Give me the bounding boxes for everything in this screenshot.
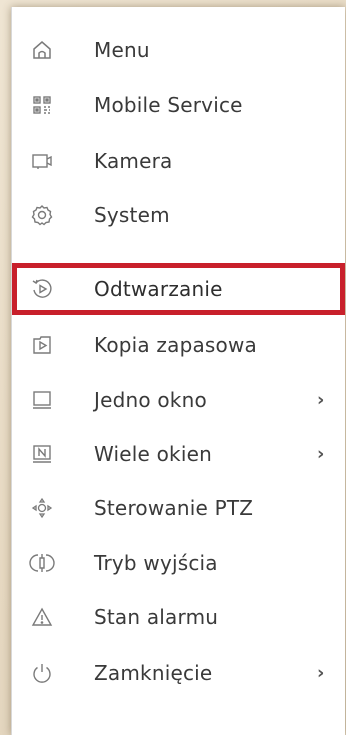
menu-item-label: Kamera <box>94 149 173 173</box>
backdrop: Menu Mobile Service Kamera System Odtwar… <box>0 0 346 735</box>
submenu-chevron-icon: › <box>317 443 325 465</box>
menu-item-label: Sterowanie PTZ <box>94 496 254 520</box>
menu-item-sterowanie-ptz[interactable]: Sterowanie PTZ <box>12 482 345 534</box>
gear-icon <box>31 204 53 226</box>
menu-item-label: Menu <box>94 38 150 62</box>
playback-icon <box>31 278 53 300</box>
menu-item-mobile-service[interactable]: Mobile Service <box>12 79 345 131</box>
menu-item-label: Mobile Service <box>94 93 243 117</box>
menu-item-label: Stan alarmu <box>94 605 219 629</box>
menu-item-label: Odtwarzanie <box>94 277 223 301</box>
menu-item-jedno-okno[interactable]: Jedno okno › <box>12 374 345 426</box>
menu-item-wiele-okien[interactable]: Wiele okien › <box>12 428 345 480</box>
home-icon <box>31 39 53 61</box>
qr-code-icon <box>31 94 53 116</box>
menu-item-label: Tryb wyjścia <box>94 551 218 575</box>
menu-item-zamkniecie[interactable]: Zamknięcie › <box>12 647 345 699</box>
context-menu: Menu Mobile Service Kamera System Odtwar… <box>11 7 345 735</box>
ptz-icon <box>31 497 53 519</box>
menu-item-kamera[interactable]: Kamera <box>12 135 345 187</box>
menu-item-menu[interactable]: Menu <box>12 24 345 76</box>
menu-item-label: Jedno okno <box>94 388 207 412</box>
single-window-icon <box>31 389 53 411</box>
backup-play-icon <box>31 334 53 356</box>
camera-icon <box>31 150 53 172</box>
menu-item-label: Wiele okien <box>94 442 212 466</box>
menu-item-tryb-wyjscia[interactable]: Tryb wyjścia <box>12 537 345 589</box>
warning-icon <box>31 606 53 628</box>
output-mode-icon <box>29 552 55 574</box>
submenu-chevron-icon: › <box>317 389 325 411</box>
menu-item-label: System <box>94 203 170 227</box>
menu-item-label: Zamknięcie <box>94 661 213 685</box>
menu-item-stan-alarmu[interactable]: Stan alarmu <box>12 591 345 643</box>
power-icon <box>31 662 53 684</box>
menu-item-label: Kopia zapasowa <box>94 333 257 357</box>
menu-item-kopia-zapasowa[interactable]: Kopia zapasowa <box>12 319 345 371</box>
multi-window-icon <box>31 443 53 465</box>
menu-item-odtwarzanie[interactable]: Odtwarzanie <box>12 263 345 315</box>
menu-item-system[interactable]: System <box>12 189 345 241</box>
submenu-chevron-icon: › <box>317 662 325 684</box>
